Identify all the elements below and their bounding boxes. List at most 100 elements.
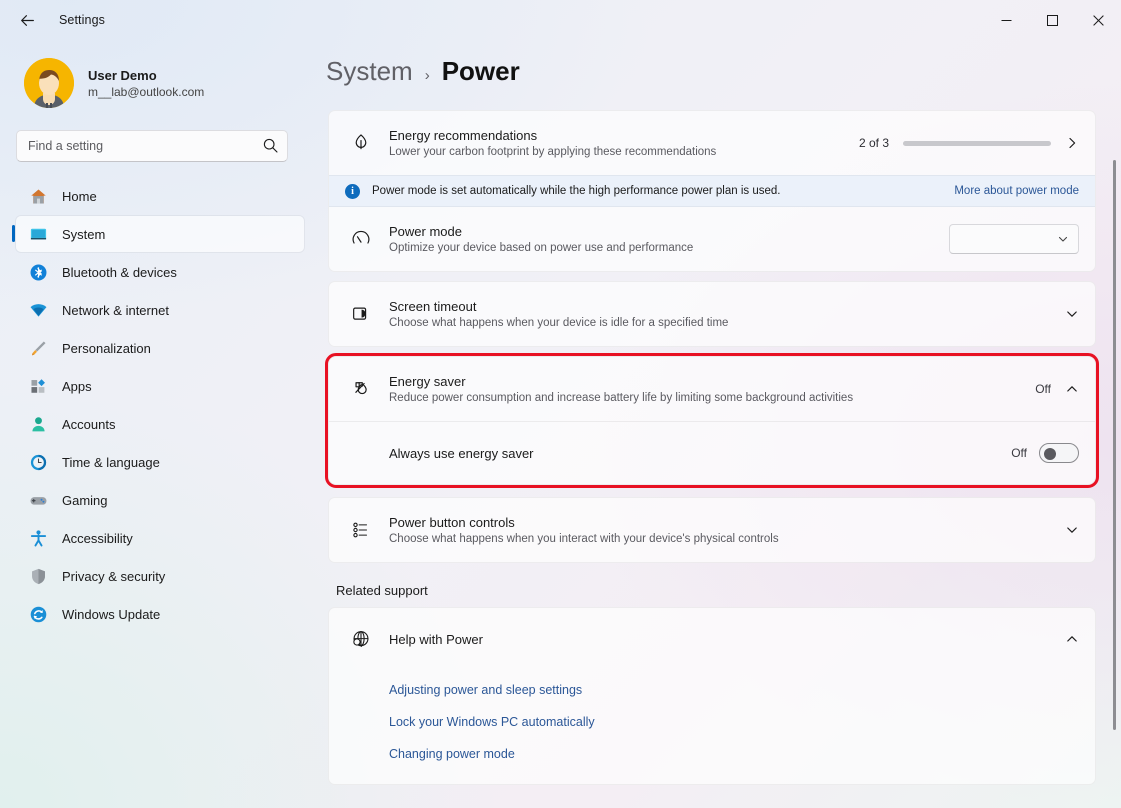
sidebar-nav: Home System Bluetooth & devices Network … (12, 178, 304, 632)
sidebar-item-personalization[interactable]: Personalization (16, 330, 304, 366)
sidebar-item-gaming[interactable]: Gaming (16, 482, 304, 518)
accessibility-icon (28, 528, 48, 548)
row-subtitle: Lower your carbon footprint by applying … (389, 146, 717, 158)
sidebar-item-label: Gaming (62, 492, 108, 508)
sidebar-item-bluetooth-and-devices[interactable]: Bluetooth & devices (16, 254, 304, 290)
row-text: Power mode Optimize your device based on… (389, 224, 949, 254)
close-button[interactable] (1075, 0, 1121, 40)
account-email: m__lab@outlook.com (88, 84, 205, 99)
sidebar-item-accessibility[interactable]: Accessibility (16, 520, 304, 556)
sidebar: User Demo m__lab@outlook.com Find a sett… (0, 40, 320, 808)
window-controls (983, 0, 1121, 40)
window-title: Settings (59, 13, 105, 27)
card-power-group: Energy recommendations Lower your carbon… (328, 110, 1096, 272)
always-use-energy-saver-toggle[interactable] (1039, 443, 1079, 463)
row-text: Power button controls Choose what happen… (389, 515, 1065, 545)
wifi-icon (28, 300, 48, 320)
title-bar: Settings (0, 0, 1121, 40)
sidebar-item-network-and-internet[interactable]: Network & internet (16, 292, 304, 328)
back-arrow-icon (20, 14, 34, 26)
close-icon (1092, 14, 1104, 26)
power-gauge-icon (343, 228, 379, 250)
sidebar-item-time-and-language[interactable]: Time & language (16, 444, 304, 480)
row-power-mode[interactable]: Power mode Optimize your device based on… (329, 207, 1095, 271)
sidebar-item-accounts[interactable]: Accounts (16, 406, 304, 442)
home-icon (28, 186, 48, 206)
row-screen-timeout[interactable]: Screen timeout Choose what happens when … (329, 282, 1095, 346)
sidebar-item-home[interactable]: Home (16, 178, 304, 214)
sidebar-item-label: Windows Update (62, 606, 161, 622)
sidebar-item-label: Accounts (62, 416, 116, 432)
person-icon (28, 414, 48, 434)
maximize-button[interactable] (1029, 0, 1075, 40)
row-text: Energy saver Reduce power consumption an… (389, 374, 1035, 404)
account-tile[interactable]: User Demo m__lab@outlook.com (24, 58, 304, 108)
chevron-up-icon[interactable] (1065, 382, 1079, 396)
row-power-button-controls[interactable]: Power button controls Choose what happen… (329, 498, 1095, 562)
row-right (1065, 632, 1079, 646)
sidebar-item-label: Privacy & security (62, 568, 166, 584)
row-title: Power button controls (389, 515, 515, 530)
vertical-scrollbar[interactable] (1113, 160, 1116, 730)
energy-saver-icon (343, 378, 379, 400)
breadcrumb-parent[interactable]: System (326, 56, 413, 87)
help-link[interactable]: Changing power mode (329, 738, 1095, 770)
shield-icon (28, 566, 48, 586)
sidebar-item-label: Accessibility (62, 530, 133, 546)
sidebar-item-label: Network & internet (62, 302, 169, 318)
chevron-down-icon[interactable] (1065, 523, 1079, 537)
search-input[interactable] (16, 130, 288, 162)
sidebar-item-privacy-and-security[interactable]: Privacy & security (16, 558, 304, 594)
more-about-power-mode-link[interactable]: More about power mode (954, 185, 1079, 197)
sidebar-item-label: Apps (62, 378, 92, 394)
breadcrumb: System › Power (326, 56, 1121, 87)
help-link[interactable]: Adjusting power and sleep settings (329, 674, 1095, 706)
card-help-with-power: Help with Power Adjusting power and slee… (328, 607, 1096, 785)
card-energy-saver: Energy saver Reduce power consumption an… (325, 353, 1099, 488)
avatar (24, 58, 74, 108)
row-right (1065, 523, 1079, 537)
chevron-up-icon[interactable] (1065, 632, 1079, 646)
row-text: Energy recommendations Lower your carbon… (389, 128, 859, 158)
settings-list: Energy recommendations Lower your carbon… (325, 110, 1099, 785)
row-right: 2 of 3 (859, 136, 1079, 150)
row-always-use-energy-saver[interactable]: Always use energy saver Off (329, 422, 1095, 484)
screen-timeout-icon (343, 303, 379, 325)
clock-icon (28, 452, 48, 472)
card-screen-timeout: Screen timeout Choose what happens when … (328, 281, 1096, 347)
sidebar-item-label: Time & language (62, 454, 160, 470)
chevron-right-icon[interactable] (1065, 136, 1079, 150)
bluetooth-icon (28, 262, 48, 282)
sidebar-item-system[interactable]: System (12, 216, 304, 252)
row-text: Help with Power (389, 632, 1065, 647)
always-use-status: Off (1011, 446, 1027, 460)
row-energy-saver[interactable]: Energy saver Reduce power consumption an… (329, 357, 1095, 421)
row-energy-recommendations[interactable]: Energy recommendations Lower your carbon… (329, 111, 1095, 175)
content-area: System › Power Energy recommendations Lo… (320, 40, 1121, 808)
minimize-button[interactable] (983, 0, 1029, 40)
minimize-icon (1001, 19, 1011, 21)
chevron-down-icon[interactable] (1065, 307, 1079, 321)
progress-bar (903, 140, 1051, 146)
sidebar-item-windows-update[interactable]: Windows Update (16, 596, 304, 632)
row-help-with-power[interactable]: Help with Power (329, 608, 1095, 670)
power-button-controls-icon (343, 519, 379, 541)
avatar-image (24, 58, 74, 108)
page-title: Power (441, 56, 520, 86)
row-subtitle: Choose what happens when your device is … (389, 317, 729, 329)
help-link[interactable]: Lock your Windows PC automatically (329, 706, 1095, 738)
back-button[interactable] (9, 5, 45, 35)
row-title: Always use energy saver (389, 445, 534, 461)
info-icon: i (345, 183, 360, 199)
sidebar-item-label: System (62, 226, 106, 242)
leaf-icon (343, 132, 379, 154)
banner-text: Power mode is set automatically while th… (372, 185, 781, 197)
system-icon (28, 224, 48, 244)
row-right (949, 224, 1079, 254)
help-globe-icon (343, 628, 379, 650)
search-container (16, 130, 288, 162)
power-mode-dropdown[interactable] (949, 224, 1079, 254)
gamepad-icon (28, 490, 48, 510)
sidebar-item-apps[interactable]: Apps (16, 368, 304, 404)
row-subtitle: Optimize your device based on power use … (389, 242, 694, 254)
